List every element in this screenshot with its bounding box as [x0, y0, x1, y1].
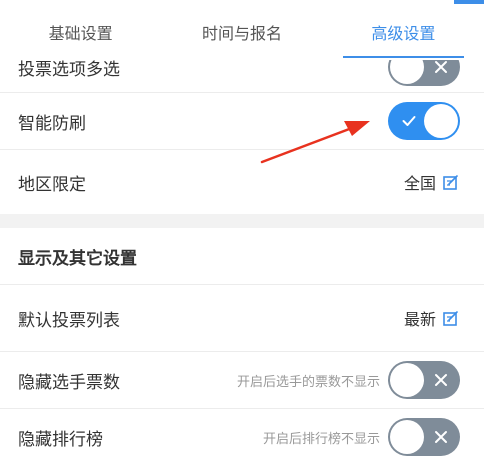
hide-rank-hint: 开启后排行榜不显示: [262, 431, 380, 447]
section-gap: [0, 214, 484, 228]
edit-icon[interactable]: [442, 173, 460, 191]
hide-rank-toggle[interactable]: [388, 418, 460, 456]
region-label: 地区限定: [18, 174, 86, 195]
anti-spam-toggle[interactable]: [388, 102, 460, 140]
row-default-list[interactable]: 默认投票列表 最新: [0, 285, 484, 351]
settings-list[interactable]: 投票选项多选 智能防刷 地区限定 全国 显示及其它设置 默认投票列表 最新 隐藏…: [0, 60, 484, 457]
row-hide-rank: 隐藏排行榜 开启后排行榜不显示: [0, 409, 484, 457]
settings-page: 基础设置 时间与报名 高级设置 投票选项多选 智能防刷 地区限定 全国 显示及其…: [0, 0, 484, 457]
toggle-knob: [390, 60, 424, 84]
settings-tabs: 基础设置 时间与报名 高级设置: [0, 4, 484, 60]
hide-rank-label: 隐藏排行榜: [18, 429, 103, 450]
row-multi-vote: 投票选项多选: [0, 60, 484, 92]
close-icon: [424, 361, 458, 399]
multi-vote-toggle[interactable]: [388, 60, 460, 86]
close-icon: [424, 60, 458, 86]
hide-votes-label: 隐藏选手票数: [18, 372, 120, 393]
edit-icon[interactable]: [442, 309, 460, 327]
row-region[interactable]: 地区限定 全国: [0, 150, 484, 214]
row-anti-spam: 智能防刷: [0, 93, 484, 149]
anti-spam-label: 智能防刷: [18, 113, 86, 134]
toggle-knob: [424, 104, 458, 138]
tab-time-registration[interactable]: 时间与报名: [161, 4, 322, 60]
tab-basic-settings[interactable]: 基础设置: [0, 4, 161, 60]
tab-advanced-settings[interactable]: 高级设置: [323, 4, 484, 60]
section-header-display: 显示及其它设置: [0, 228, 484, 284]
toggle-knob: [390, 363, 424, 397]
hide-votes-toggle[interactable]: [388, 361, 460, 399]
check-icon: [392, 102, 426, 140]
default-list-value: 最新: [403, 310, 436, 329]
multi-vote-label: 投票选项多选: [18, 60, 120, 80]
section-title: 显示及其它设置: [18, 248, 137, 269]
region-value: 全国: [403, 174, 436, 193]
close-icon: [424, 418, 458, 456]
row-hide-votes: 隐藏选手票数 开启后选手的票数不显示: [0, 352, 484, 408]
hide-votes-hint: 开启后选手的票数不显示: [236, 374, 380, 390]
toggle-knob: [390, 420, 424, 454]
default-list-label: 默认投票列表: [18, 310, 120, 331]
